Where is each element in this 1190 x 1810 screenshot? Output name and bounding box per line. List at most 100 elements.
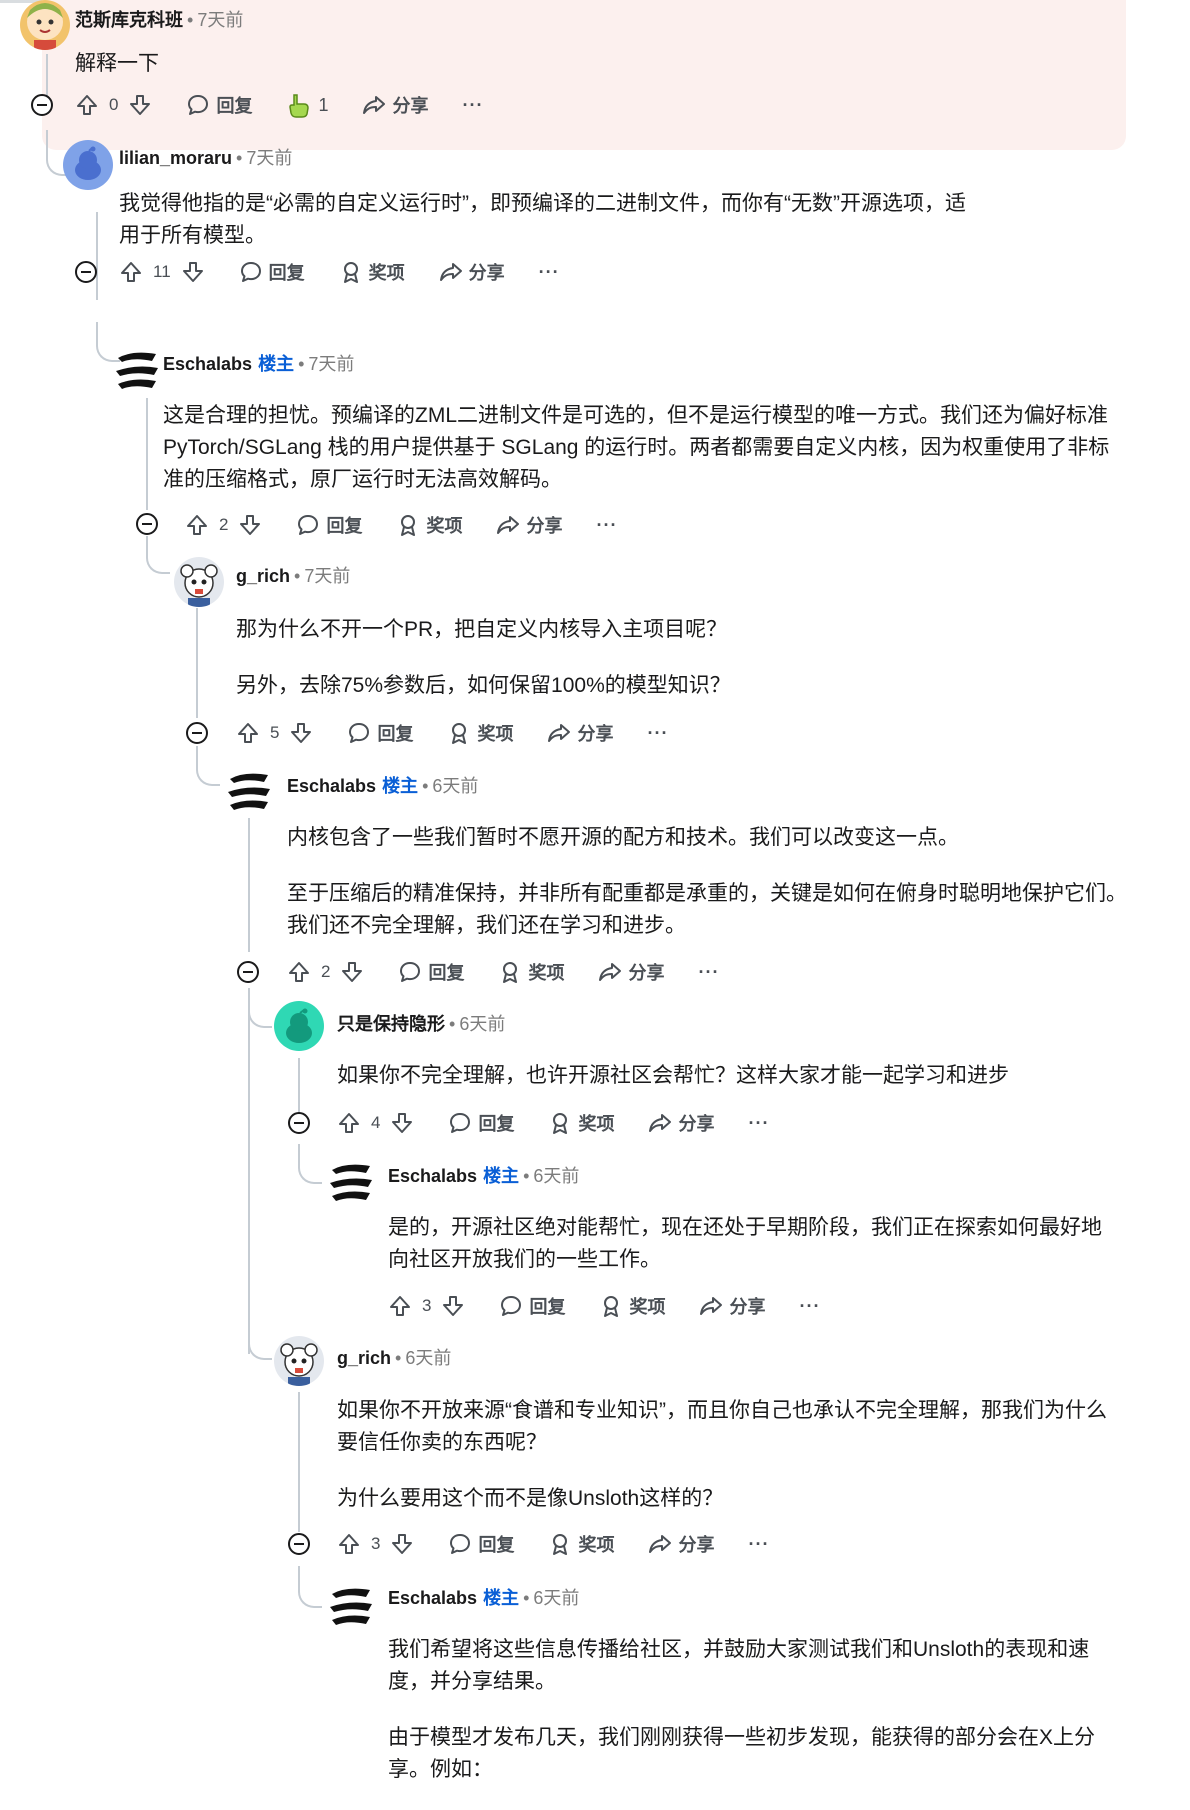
reply-button[interactable]: 回复 — [499, 1293, 565, 1319]
downvote-icon[interactable] — [128, 93, 152, 117]
award-button[interactable]: 奖项 — [599, 1293, 665, 1319]
reply-button[interactable]: 回复 — [398, 959, 464, 985]
share-button[interactable]: 分享 — [598, 959, 664, 985]
reply-button[interactable]: 回复 — [448, 1110, 514, 1136]
collapse-thread-button[interactable] — [237, 961, 259, 983]
eschalabs-logo-icon[interactable] — [112, 344, 162, 394]
upvote-icon[interactable] — [337, 1532, 361, 1556]
default-snoo-avatar-icon[interactable] — [63, 140, 113, 190]
award-button[interactable]: 奖项 — [548, 1110, 614, 1136]
award-icon — [498, 960, 522, 984]
eschalabs-logo-icon[interactable] — [224, 765, 274, 815]
comment-paragraph: 如果你不完全理解，也许开源社区会帮忙？这样大家才能一起学习和进步 — [337, 1064, 1009, 1087]
more-options-button[interactable]: ··· — [462, 95, 483, 116]
downvote-icon[interactable] — [390, 1111, 414, 1135]
cartoon-avatar-icon[interactable] — [20, 0, 70, 50]
more-options-button[interactable]: ··· — [748, 1534, 769, 1555]
collapse-thread-button[interactable] — [288, 1533, 310, 1555]
award-button[interactable]: 奖项 — [548, 1531, 614, 1557]
upvote-icon[interactable] — [337, 1111, 361, 1135]
timestamp[interactable]: 7天前 — [246, 148, 292, 168]
downvote-icon[interactable] — [390, 1532, 414, 1556]
more-options-button[interactable]: ··· — [539, 262, 560, 283]
award-label: 奖项 — [528, 963, 565, 983]
collapse-thread-button[interactable] — [31, 94, 53, 116]
award-button[interactable]: 奖项 — [339, 259, 405, 285]
timestamp[interactable]: 6天前 — [533, 1166, 579, 1186]
award-button[interactable]: 奖项 — [396, 512, 462, 538]
thread-line — [146, 398, 148, 510]
author-name[interactable]: Eschalabs — [287, 776, 376, 796]
share-label: 分享 — [628, 963, 665, 983]
reply-button[interactable]: 回复 — [448, 1531, 514, 1557]
timestamp[interactable]: 6天前 — [459, 1014, 505, 1034]
timestamp[interactable]: 7天前 — [308, 354, 354, 374]
author-name[interactable]: 只是保持隐形 — [337, 1014, 445, 1034]
timestamp[interactable]: 6天前 — [533, 1588, 579, 1608]
award-icon — [339, 260, 363, 284]
downvote-icon[interactable] — [441, 1294, 465, 1318]
more-options-button[interactable]: ··· — [698, 962, 719, 983]
downvote-icon[interactable] — [181, 260, 205, 284]
timestamp[interactable]: 7天前 — [197, 10, 243, 30]
snoo-avatar-icon[interactable] — [174, 557, 224, 607]
snoo-avatar-icon[interactable] — [274, 1336, 324, 1386]
reply-button[interactable]: 回复 — [186, 92, 252, 118]
upvote-icon[interactable] — [388, 1294, 412, 1318]
downvote-icon[interactable] — [289, 721, 313, 745]
upvote-icon[interactable] — [287, 960, 311, 984]
collapse-thread-button[interactable] — [288, 1112, 310, 1134]
collapse-thread-button[interactable] — [75, 261, 97, 283]
vote-count: 5 — [270, 723, 280, 742]
vote-group: 0 — [75, 93, 152, 117]
vote-group: 5 — [236, 721, 313, 745]
separator-dot: • — [187, 10, 194, 30]
upvote-icon[interactable] — [119, 260, 143, 284]
comment-header: Eschalabs 楼主 • 7天前 — [163, 352, 354, 376]
share-button[interactable]: 分享 — [648, 1531, 714, 1557]
eschalabs-logo-icon[interactable] — [326, 1580, 376, 1630]
share-button[interactable]: 分享 — [439, 259, 505, 285]
author-name[interactable]: lilian_moraru — [119, 148, 232, 168]
timestamp[interactable]: 6天前 — [432, 776, 478, 796]
author-name[interactable]: 范斯库克科班 — [75, 10, 183, 30]
award-button[interactable]: 奖项 — [498, 959, 564, 985]
reply-button[interactable]: 回复 — [347, 720, 413, 746]
timestamp[interactable]: 7天前 — [304, 566, 350, 586]
comment-bubble-icon — [448, 1532, 472, 1556]
reply-button[interactable]: 回复 — [296, 512, 362, 538]
more-options-button[interactable]: ··· — [748, 1113, 769, 1134]
comment-paragraph: 至于压缩后的精准保持，并非所有配重都是承重的，关键是如何在俯身时聪明地保护它们。… — [287, 882, 1127, 937]
reaction-button[interactable]: 1 — [286, 92, 328, 118]
more-options-button[interactable]: ··· — [596, 515, 617, 536]
comment-header: Eschalabs 楼主 • 6天前 — [287, 774, 478, 798]
collapse-thread-button[interactable] — [136, 513, 158, 535]
upvote-icon[interactable] — [185, 513, 209, 537]
author-name[interactable]: g_rich — [236, 566, 290, 586]
downvote-icon[interactable] — [340, 960, 364, 984]
author-name[interactable]: Eschalabs — [388, 1166, 477, 1186]
eschalabs-logo-icon[interactable] — [326, 1156, 376, 1206]
upvote-icon[interactable] — [75, 93, 99, 117]
collapse-thread-button[interactable] — [186, 722, 208, 744]
share-button[interactable]: 分享 — [362, 92, 428, 118]
more-options-button[interactable]: ··· — [799, 1296, 820, 1317]
downvote-icon[interactable] — [238, 513, 262, 537]
share-button[interactable]: 分享 — [699, 1293, 765, 1319]
reply-button[interactable]: 回复 — [239, 259, 305, 285]
author-name[interactable]: g_rich — [337, 1348, 391, 1368]
timestamp[interactable]: 6天前 — [405, 1348, 451, 1368]
author-name[interactable]: Eschalabs — [163, 354, 252, 374]
author-name[interactable]: Eschalabs — [388, 1588, 477, 1608]
share-button[interactable]: 分享 — [496, 512, 562, 538]
default-snoo-avatar-icon[interactable] — [274, 1001, 324, 1051]
vote-count: 2 — [219, 515, 229, 534]
award-button[interactable]: 奖项 — [447, 720, 513, 746]
award-label: 奖项 — [629, 1297, 666, 1317]
upvote-icon[interactable] — [236, 721, 260, 745]
more-options-button[interactable]: ··· — [647, 723, 668, 744]
share-button[interactable]: 分享 — [547, 720, 613, 746]
reply-label: 回复 — [268, 263, 305, 283]
share-label: 分享 — [729, 1297, 766, 1317]
share-button[interactable]: 分享 — [648, 1110, 714, 1136]
